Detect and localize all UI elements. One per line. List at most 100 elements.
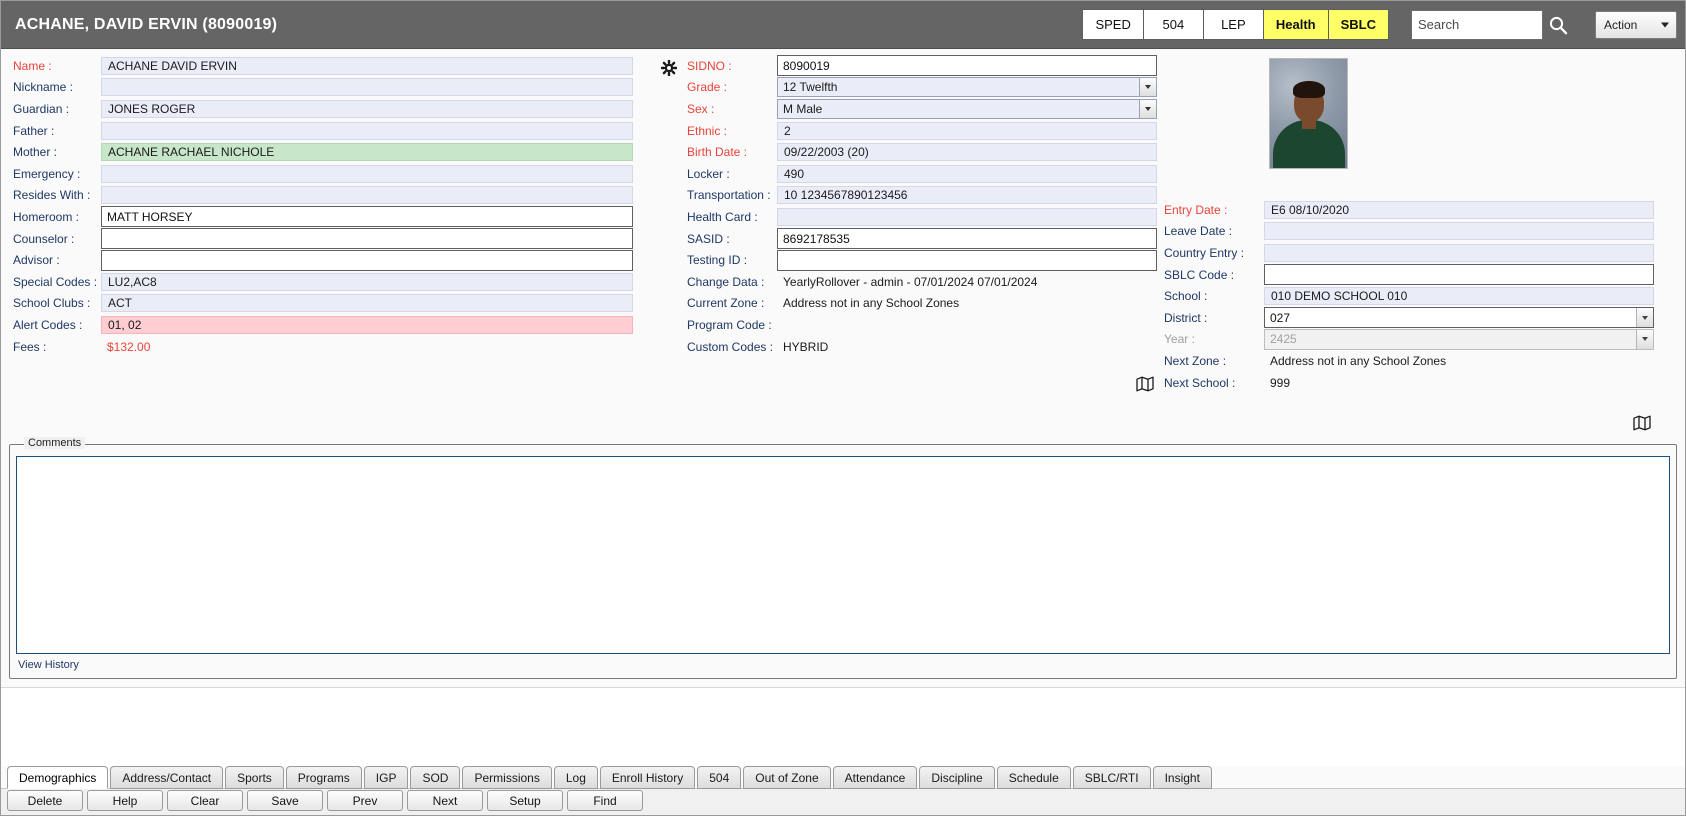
field-label-advisor: Advisor : — [13, 253, 60, 268]
form-row-next-school: Next School : 999 — [1164, 372, 1674, 394]
field-value-sidno[interactable]: 8090019 — [777, 55, 1157, 77]
find-button[interactable]: Find — [567, 790, 643, 811]
tab-permissions[interactable]: Permissions — [462, 766, 552, 789]
form-row-year: Year : 2425 — [1164, 328, 1674, 351]
next-button[interactable]: Next — [407, 790, 483, 811]
form-row-transportation: Transportation : 10 1234567890123456 — [687, 185, 1157, 207]
field-label-current-zone: Current Zone : — [687, 296, 765, 311]
tab-schedule[interactable]: Schedule — [996, 766, 1071, 789]
photo-hair — [1292, 81, 1325, 98]
field-value-counselor[interactable] — [101, 228, 633, 250]
tab-sod[interactable]: SOD — [410, 766, 461, 789]
field-value-sasid[interactable]: 8692178535 — [777, 228, 1157, 250]
form-row-sblc-code: SBLC Code : — [1164, 264, 1674, 286]
field-value-sex[interactable]: M Male — [777, 98, 1157, 119]
form-row-sex: Sex : M Male — [687, 98, 1157, 120]
delete-button[interactable]: Delete — [7, 790, 83, 811]
tab-igp[interactable]: IGP — [363, 766, 409, 789]
field-label-district: District : — [1164, 310, 1208, 325]
field-value-transportation: 10 1234567890123456 — [777, 186, 1157, 205]
search-icon[interactable] — [1543, 10, 1573, 40]
field-label-next-school: Next School : — [1164, 375, 1236, 390]
field-label-testing-id: Testing ID : — [687, 253, 748, 268]
field-value-advisor[interactable] — [101, 249, 633, 271]
form-row-country-entry: Country Entry : — [1164, 242, 1674, 264]
tab-enroll-history[interactable]: Enroll History — [599, 766, 696, 789]
tab-insight[interactable]: Insight — [1152, 766, 1212, 789]
field-label-school: School : — [1164, 289, 1208, 304]
action-dropdown-label: Action — [1604, 17, 1638, 32]
tab-log[interactable]: Log — [553, 766, 598, 789]
field-value-homeroom[interactable]: MATT HORSEY — [101, 206, 633, 228]
form-row-locker: Locker : 490 — [687, 163, 1157, 185]
field-label-sidno: SIDNO : — [687, 58, 732, 73]
tab-attendance[interactable]: Attendance — [832, 766, 918, 789]
status-chip-504[interactable]: 504 — [1142, 9, 1203, 40]
form-row-grade: Grade : 12 Twelfth — [687, 77, 1157, 99]
field-value-school-clubs: ACT — [101, 294, 633, 313]
field-label-alert-codes: Alert Codes : — [13, 317, 83, 332]
field-value-custom-codes: HYBRID — [783, 339, 829, 354]
form-row-birth-date: Birth Date : 09/22/2003 (20) — [687, 141, 1157, 163]
form-row-resides-with: Resides With : — [13, 185, 633, 207]
search-input[interactable] — [1411, 9, 1543, 40]
view-history-link[interactable]: View History — [18, 659, 79, 671]
map-icon-next-zone[interactable] — [1633, 415, 1651, 436]
gear-icon[interactable] — [660, 59, 678, 77]
field-label-counselor: Counselor : — [13, 231, 75, 246]
content-pane — [1, 687, 1685, 766]
map-icon-current-zone[interactable] — [1136, 376, 1154, 397]
tab-out-of-zone[interactable]: Out of Zone — [743, 766, 831, 789]
prev-button[interactable]: Prev — [327, 790, 403, 811]
field-label-homeroom: Homeroom : — [13, 209, 80, 224]
tab-discipline[interactable]: Discipline — [919, 766, 995, 789]
status-chip-lep[interactable]: LEP — [1202, 9, 1263, 40]
form-row-counselor: Counselor : — [13, 228, 633, 250]
form-row-entry-date: Entry Date : E6 08/10/2020 — [1164, 199, 1674, 221]
chevron-down-icon — [1661, 22, 1669, 27]
tab-demographics[interactable]: Demographics — [7, 766, 109, 789]
field-label-ethnic: Ethnic : — [687, 123, 728, 138]
field-value-ethnic: 2 — [777, 121, 1157, 140]
field-value-guardian: JONES ROGER — [101, 99, 633, 118]
field-label-father: Father : — [13, 123, 55, 138]
comments-textarea[interactable] — [16, 456, 1670, 654]
student-photo — [1269, 58, 1348, 169]
field-label-grade: Grade : — [687, 80, 728, 95]
clear-button[interactable]: Clear — [167, 790, 243, 811]
field-value-sblc-code[interactable] — [1264, 264, 1654, 286]
setup-button[interactable]: Setup — [487, 790, 563, 811]
field-value-district[interactable]: 027 — [1264, 307, 1654, 329]
form-row-leave-date: Leave Date : — [1164, 221, 1674, 243]
status-chip-sped[interactable]: SPED — [1082, 9, 1143, 40]
field-label-custom-codes: Custom Codes : — [687, 339, 774, 354]
help-button[interactable]: Help — [87, 790, 163, 811]
field-label-sasid: SASID : — [687, 231, 730, 246]
field-value-father — [101, 121, 633, 140]
form-row-guardian: Guardian : JONES ROGER — [13, 98, 633, 120]
status-chip-health[interactable]: Health — [1262, 9, 1328, 40]
form-row-sidno: SIDNO : 8090019 — [687, 55, 1157, 77]
comments-panel: Comments View History — [9, 437, 1677, 679]
form-column-right: Entry Date : E6 08/10/2020 Leave Date : Cou… — [1164, 199, 1674, 393]
tab-504[interactable]: 504 — [697, 766, 742, 789]
tab-sblc-rti[interactable]: SBLC/RTI — [1072, 766, 1151, 789]
field-value-testing-id[interactable] — [777, 249, 1157, 271]
form-column-middle: SIDNO : 8090019 Grade : 12 Twelfth Sex : M Ma… — [687, 55, 1157, 357]
field-value-grade[interactable]: 12 Twelfth — [777, 77, 1157, 98]
form-row-father: Father : — [13, 120, 633, 142]
field-value-locker: 490 — [777, 164, 1157, 183]
tab-programs[interactable]: Programs — [285, 766, 362, 789]
tab-address-contact[interactable]: Address/Contact — [110, 766, 224, 789]
tab-sports[interactable]: Sports — [225, 766, 284, 789]
field-label-emergency: Emergency : — [13, 166, 81, 181]
page-title: ACHANE, DAVID ERVIN (8090019) — [15, 15, 278, 33]
save-button[interactable]: Save — [247, 790, 323, 811]
header-toolbar: SPED504LEPHealthSBLC Action — [1082, 1, 1685, 48]
action-dropdown[interactable]: Action — [1595, 10, 1677, 39]
demographics-form: Name : ACHANE DAVID ERVIN Nickname : Guardi… — [1, 49, 1685, 431]
form-row-mother: Mother : ACHANE RACHAEL NICHOLE — [13, 141, 633, 163]
field-value-next-school: 999 — [1270, 375, 1291, 390]
status-chip-sblc[interactable]: SBLC — [1327, 9, 1389, 40]
field-label-locker: Locker : — [687, 166, 730, 181]
